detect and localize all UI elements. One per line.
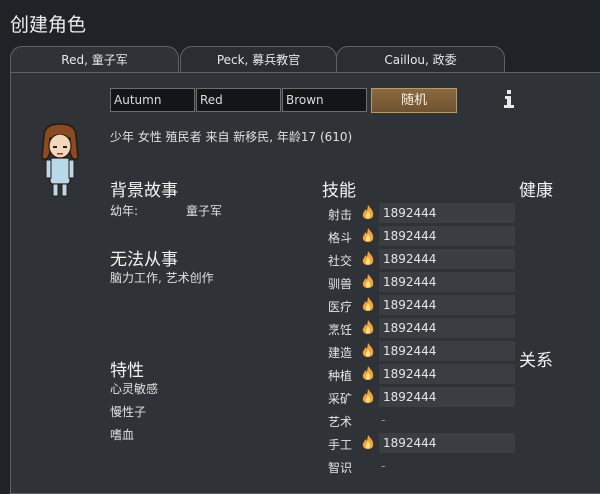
skill-disabled-value: - (381, 459, 386, 473)
skill-label: 手工 (328, 438, 353, 452)
skill-level-bar[interactable]: 1892444 (379, 341, 515, 361)
skill-level-bar[interactable]: 1892444 (379, 295, 515, 315)
skill-label: 社交 (328, 254, 353, 268)
incapable-value: 脑力工作, 艺术创作 (110, 271, 214, 285)
skill-level-bar[interactable]: 1892444 (379, 272, 515, 292)
skill-label: 医疗 (328, 300, 353, 314)
passion-flame-icon (362, 297, 374, 311)
skill-label: 驯兽 (328, 277, 353, 291)
skill-level-bar[interactable]: 1892444 (379, 318, 515, 338)
passion-flame-icon (362, 343, 374, 357)
skill-label: 智识 (328, 461, 353, 475)
passion-flame-icon (362, 251, 374, 265)
passion-flame-icon (362, 366, 374, 380)
passion-flame-icon (362, 435, 374, 449)
childhood-label: 幼年: (110, 204, 139, 218)
skill-label: 种植 (328, 369, 353, 383)
tab-caillou[interactable]: Caillou, 政委 (336, 46, 505, 72)
passion-flame-icon (362, 389, 374, 403)
skill-label: 格斗 (328, 231, 353, 245)
skill-level-bar[interactable]: 1892444 (379, 203, 515, 223)
skill-level-bar[interactable]: 1892444 (379, 226, 515, 246)
skill-level-bar[interactable]: 1892444 (379, 433, 515, 453)
passion-flame-icon (362, 205, 374, 219)
skill-disabled-value: - (381, 413, 386, 427)
character-description: 少年 女性 殖民者 来自 新移民, 年龄17 (610) (110, 130, 353, 144)
passion-flame-icon (362, 274, 374, 288)
trait-item[interactable]: 嗜血 (110, 426, 134, 443)
passion-flame-icon (362, 320, 374, 334)
skill-label: 采矿 (328, 392, 353, 406)
skill-level-bar[interactable]: 1892444 (379, 387, 515, 407)
tab-peck[interactable]: Peck, 募兵教官 (180, 46, 337, 72)
first-name-field[interactable]: Autumn (110, 88, 195, 112)
last-name-field[interactable]: Brown (282, 88, 367, 112)
skill-label: 艺术 (328, 415, 353, 429)
info-icon[interactable] (500, 88, 518, 110)
skill-label: 建造 (328, 346, 353, 360)
skill-level-bar[interactable]: 1892444 (379, 364, 515, 384)
randomize-button[interactable]: 随机 (371, 88, 457, 113)
skill-label: 射击 (328, 208, 353, 222)
relations-heading: 关系 (519, 351, 553, 371)
health-heading: 健康 (519, 181, 553, 201)
skill-level-bar[interactable]: 1892444 (379, 249, 515, 269)
tab-red[interactable]: Red, 童子军 (10, 46, 179, 74)
passion-flame-icon (362, 228, 374, 242)
character-portrait[interactable] (36, 122, 84, 198)
skill-label: 烹饪 (328, 323, 353, 337)
childhood-value[interactable]: 童子军 (186, 202, 222, 219)
trait-item[interactable]: 心灵敏感 (110, 380, 158, 397)
window-title: 创建角色 (10, 14, 87, 36)
backstory-heading: 背景故事 (110, 181, 178, 201)
skills-heading: 技能 (322, 181, 356, 201)
trait-item[interactable]: 慢性子 (110, 403, 146, 420)
traits-heading: 特性 (110, 361, 144, 381)
incapable-heading: 无法从事 (110, 250, 178, 270)
nick-name-field[interactable]: Red (196, 88, 281, 112)
